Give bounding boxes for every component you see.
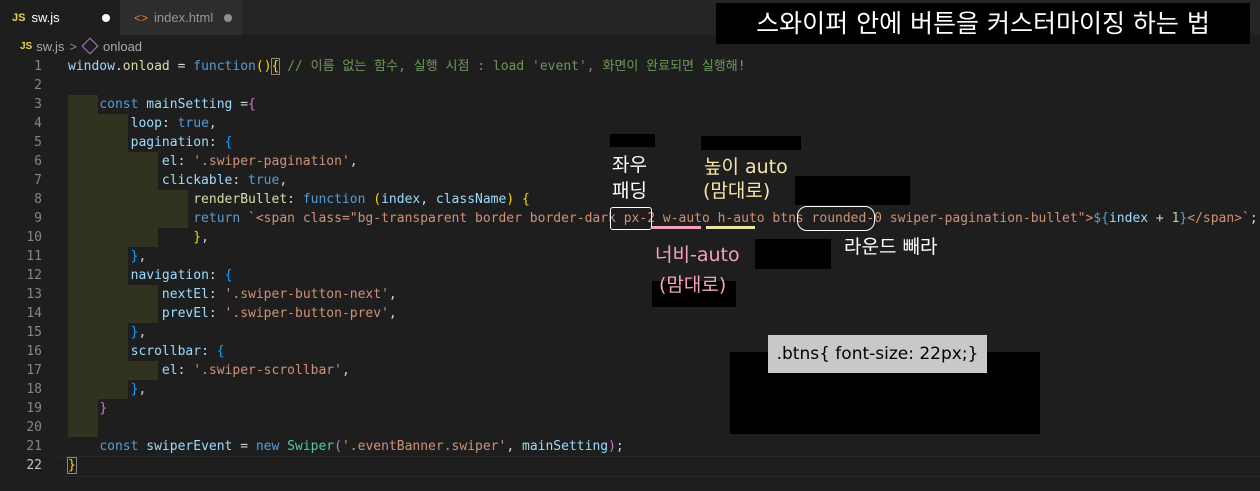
line-number: 13	[26, 287, 42, 302]
js-file-icon: JS	[20, 40, 33, 52]
rounded-0-highlight-box	[797, 206, 875, 231]
line-number: 9	[34, 211, 42, 226]
code-line: 4 loop: true,	[0, 114, 1260, 133]
line-number: 1	[34, 59, 42, 74]
code-line: 13 nextEl: '.swiper-button-next',	[0, 285, 1260, 304]
line-number: 17	[26, 363, 42, 378]
h-auto-underline	[706, 226, 755, 229]
code-line: 15 },	[0, 323, 1260, 342]
unsaved-dot-icon[interactable]	[224, 13, 232, 22]
js-file-icon: JS	[12, 11, 26, 24]
annotation-padding: 좌우 패딩	[612, 154, 647, 202]
code-line: 16 scrollbar: {	[0, 342, 1260, 361]
redaction-block	[755, 239, 831, 269]
w-auto-underline	[652, 226, 701, 229]
code-line: 21 const swiperEvent = new Swiper('.even…	[0, 437, 1260, 456]
breadcrumb-file[interactable]: sw.js	[36, 39, 64, 54]
annotation-round-remove: 라운드 빼라	[844, 236, 938, 258]
annotation-width-auto: 너비-auto	[655, 244, 740, 266]
line-number: 8	[34, 192, 42, 207]
line-number: 16	[26, 344, 42, 359]
unsaved-dot-icon[interactable]	[102, 13, 110, 22]
tab-index-html[interactable]: <> index.html	[120, 0, 242, 35]
code-line: 1 window.onload = function(){ // 이름 없는 함수…	[0, 57, 1260, 76]
line-number: 20	[26, 420, 42, 435]
line-number: 14	[26, 306, 42, 321]
code-line: 14 prevEl: '.swiper-button-prev',	[0, 304, 1260, 323]
method-cube-icon	[81, 37, 99, 55]
code-line: 3 const mainSetting ={	[0, 95, 1260, 114]
annotation-width-auto-note: (맘대로)	[659, 274, 727, 296]
code-line: 10 },	[0, 228, 1260, 247]
annotation-height-auto: 높이 auto	[704, 156, 788, 178]
line-number: 2	[34, 78, 42, 93]
code-line: 17 el: '.swiper-scrollbar',	[0, 361, 1260, 380]
line-number: 4	[34, 116, 42, 131]
line-number: 10	[26, 230, 42, 245]
tab-label: sw.js	[31, 10, 60, 25]
html-file-icon: <>	[134, 10, 149, 25]
line-number: 11	[26, 249, 42, 264]
px-2-highlight-box	[610, 207, 652, 230]
redaction-block	[795, 176, 910, 205]
line-number: 3	[34, 97, 42, 112]
code-line: 20	[0, 418, 1260, 437]
line-number: 15	[26, 325, 42, 340]
breadcrumb: JS sw.js > onload	[0, 35, 1260, 57]
code-line: 18 },	[0, 380, 1260, 399]
chevron-right-icon: >	[69, 38, 77, 54]
line-number: 21	[26, 439, 42, 454]
code-line: 2	[0, 76, 1260, 95]
code-line-current: 22}	[0, 456, 1260, 477]
line-number: 7	[34, 173, 42, 188]
breadcrumb-symbol[interactable]: onload	[103, 39, 142, 54]
redaction-block	[701, 136, 801, 150]
line-number: 19	[26, 401, 42, 416]
code-line: 11 },	[0, 247, 1260, 266]
tab-label: index.html	[154, 10, 214, 25]
line-number: 6	[34, 154, 42, 169]
annotation-height-auto-note: (맘대로)	[703, 180, 771, 202]
line-number: 5	[34, 135, 42, 150]
redaction-block	[610, 134, 655, 147]
line-number: 12	[26, 268, 42, 283]
btns-css-note: .btns{ font-size: 22px;}	[768, 335, 987, 373]
code-line: 12 navigation: {	[0, 266, 1260, 285]
line-number: 18	[26, 382, 42, 397]
line-number: 22	[26, 458, 42, 473]
code-line: 19 }	[0, 399, 1260, 418]
tab-sw-js[interactable]: JS sw.js	[0, 0, 120, 35]
